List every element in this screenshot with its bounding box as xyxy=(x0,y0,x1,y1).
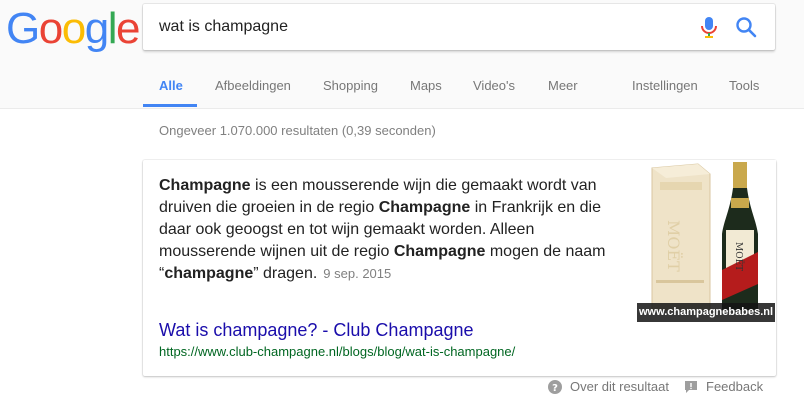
logo-letter: o xyxy=(61,4,86,53)
about-result-link[interactable]: ? Over dit resultaat xyxy=(548,379,669,394)
result-url: https://www.club-champagne.nl/blogs/blog… xyxy=(159,344,516,359)
search-tabs: Alle Afbeeldingen Shopping Maps Video's … xyxy=(0,76,804,109)
tab-tools[interactable]: Tools xyxy=(729,78,759,93)
logo-letter: G xyxy=(6,4,40,53)
champagne-bottle-image: MOËT MOËT xyxy=(638,160,776,321)
tab-images[interactable]: Afbeeldingen xyxy=(215,78,291,93)
tab-settings[interactable]: Instellingen xyxy=(632,78,698,93)
result-stats: Ongeveer 1.070.000 resultaten (0,39 seco… xyxy=(159,123,436,138)
svg-text:?: ? xyxy=(552,383,558,394)
logo-letter: g xyxy=(84,4,109,53)
logo-letter: o xyxy=(38,4,63,53)
tab-videos[interactable]: Video's xyxy=(473,78,515,93)
feedback-link[interactable]: Feedback xyxy=(684,379,763,394)
logo-letter: e xyxy=(115,4,140,53)
help-icon: ? xyxy=(548,380,562,394)
header: Google wat is champagne Alle Afbeeldinge… xyxy=(0,0,804,109)
snippet-text: Champagne is een mousserende wijn die ge… xyxy=(159,175,629,285)
google-logo[interactable]: Google xyxy=(6,4,140,53)
tab-all[interactable]: Alle xyxy=(159,78,183,93)
microphone-icon[interactable] xyxy=(699,16,719,38)
snippet-date: 9 sep. 2015 xyxy=(323,266,392,281)
tab-more[interactable]: Meer xyxy=(548,78,578,93)
feedback-icon xyxy=(685,381,697,393)
snippet-bold: Champagne xyxy=(393,243,486,260)
snippet-bold: Champagne xyxy=(378,199,471,216)
snippet-span: ” dragen. xyxy=(253,265,318,282)
result-title-link[interactable]: Wat is champagne? - Club Champagne xyxy=(159,320,474,341)
image-source-caption: www.champagnebabes.nl xyxy=(637,303,775,322)
champagne-image[interactable]: MOËT MOËT xyxy=(638,160,776,321)
search-icon[interactable] xyxy=(735,16,757,38)
logo-letter: l xyxy=(107,4,118,53)
svg-text:MOËT: MOËT xyxy=(733,242,745,271)
svg-text:MOËT: MOËT xyxy=(664,220,684,272)
feedback-label: Feedback xyxy=(706,379,764,394)
active-tab-indicator xyxy=(143,104,197,107)
featured-snippet-card: Champagne is een mousserende wijn die ge… xyxy=(143,160,776,376)
tab-shopping[interactable]: Shopping xyxy=(323,78,378,93)
snippet-bold: Champagne xyxy=(159,177,251,194)
snippet-bold: champagne xyxy=(164,265,254,282)
about-result-label: Over dit resultaat xyxy=(570,379,669,394)
search-box[interactable]: wat is champagne xyxy=(143,4,775,50)
search-input[interactable]: wat is champagne xyxy=(159,18,288,36)
tab-maps[interactable]: Maps xyxy=(410,78,442,93)
